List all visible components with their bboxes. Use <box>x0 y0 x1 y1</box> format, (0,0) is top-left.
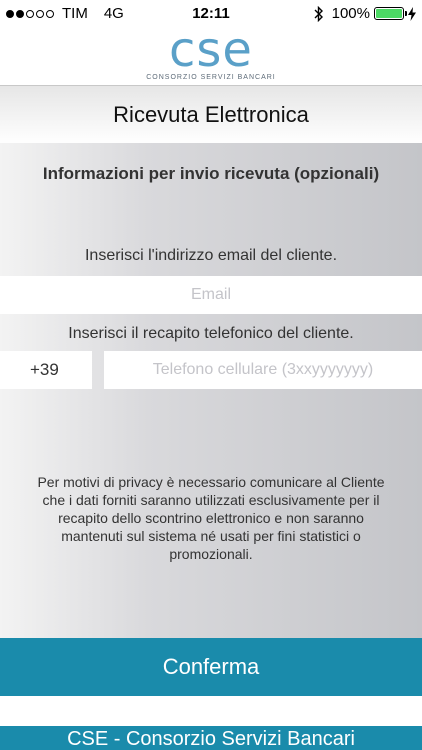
confirm-button[interactable]: Conferma <box>0 638 422 696</box>
privacy-notice: Per motivi di privacy è necessario comun… <box>37 474 385 562</box>
header-bar: Ricevuta Elettronica <box>0 85 422 144</box>
footer-banner: CSE - Consorzio Servizi Bancari <box>0 726 422 750</box>
phone-prefix-field[interactable]: +39 <box>0 351 92 389</box>
charging-bolt-icon <box>408 6 416 21</box>
email-instruction: Inserisci l'indirizzo email del cliente. <box>84 247 338 264</box>
page-title: Ricevuta Elettronica <box>113 102 309 127</box>
section-title: Informazioni per invio ricevuta (opziona… <box>42 164 380 183</box>
battery-percentage: 100% <box>331 5 370 22</box>
phone-input[interactable] <box>104 351 422 389</box>
cse-logo: cse <box>169 22 253 78</box>
phone-instruction: Inserisci il recapito telefonico del cli… <box>68 325 354 342</box>
logo-area: cse CONSORZIO SERVIZI BANCARI <box>0 22 422 85</box>
battery-icon <box>374 7 407 20</box>
status-right: 100% <box>314 5 416 22</box>
email-input[interactable] <box>0 276 422 314</box>
bluetooth-icon <box>314 5 323 22</box>
logo-subtitle: CONSORZIO SERVIZI BANCARI <box>146 74 276 81</box>
receipt-form: Informazioni per invio ricevuta (opziona… <box>0 143 422 638</box>
spacer <box>0 696 422 726</box>
